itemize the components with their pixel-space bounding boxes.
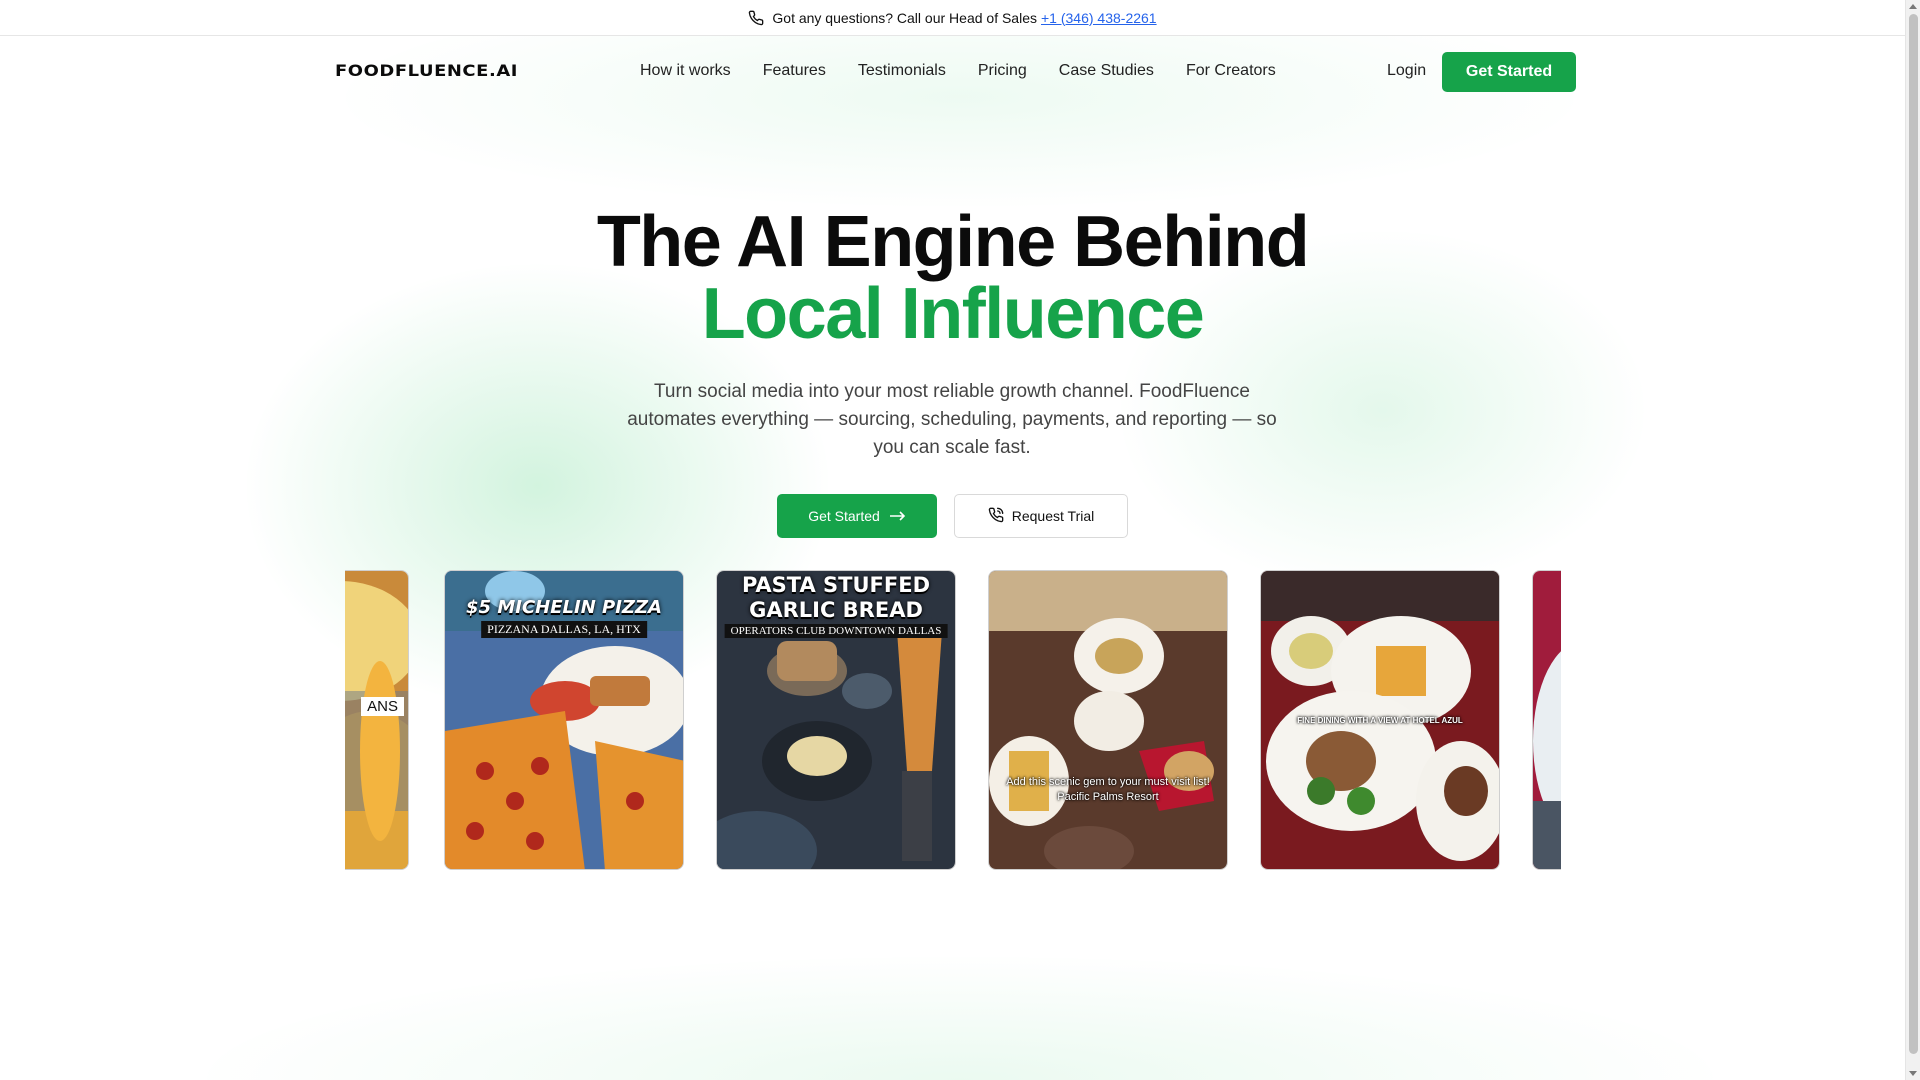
card-title: PASTA STUFFED GARLIC BREAD bbox=[741, 573, 931, 622]
food-photo bbox=[1533, 571, 1561, 869]
hero-title: The AI Engine Behind Local Influence bbox=[0, 206, 1905, 350]
card-subtitle: ANS bbox=[361, 697, 404, 716]
arrow-right-icon bbox=[889, 508, 906, 524]
hero-get-started-label: Get Started bbox=[808, 508, 880, 524]
main-nav: How it works Features Testimonials Prici… bbox=[640, 62, 1308, 80]
sales-phone-link[interactable]: +1 (346) 438-2261 bbox=[1041, 10, 1157, 26]
card-title: $5 MICHELIN PIZZA bbox=[466, 597, 662, 618]
background-glow bbox=[0, 0, 1920, 1080]
nav-how-it-works[interactable]: How it works bbox=[640, 62, 731, 80]
announcement-bar: Got any questions? Call our Head of Sale… bbox=[0, 0, 1905, 36]
request-trial-button[interactable]: Request Trial bbox=[954, 494, 1128, 538]
nav-features[interactable]: Features bbox=[763, 62, 826, 80]
card-caption: FINE DINING WITH A VIEW AT HOTEL AZUL bbox=[1297, 716, 1463, 725]
nav-testimonials[interactable]: Testimonials bbox=[858, 62, 946, 80]
hero-title-line2: Local Influence bbox=[701, 274, 1205, 354]
food-video-carousel[interactable]: ANS $5 MICHELIN PIZZA PIZZANA DALLAS, LA… bbox=[345, 570, 1561, 870]
request-trial-label: Request Trial bbox=[1011, 508, 1095, 524]
carousel-card[interactable]: $5 MICHELIN PIZZA PIZZANA DALLAS, LA, HT… bbox=[444, 570, 684, 870]
scrollbar-thumb[interactable] bbox=[1909, 14, 1918, 1054]
carousel-card[interactable] bbox=[1532, 570, 1561, 870]
nav-case-studies[interactable]: Case Studies bbox=[1059, 62, 1154, 80]
page-scrollbar[interactable] bbox=[1905, 0, 1920, 1080]
nav-for-creators[interactable]: For Creators bbox=[1186, 62, 1276, 80]
carousel-card[interactable]: ANS bbox=[345, 570, 409, 870]
hero-subtitle: Turn social media into your most reliabl… bbox=[627, 381, 1277, 458]
card-caption: Add this scenic gem to your must visit l… bbox=[1006, 776, 1210, 803]
food-photo bbox=[989, 571, 1227, 869]
nav-pricing[interactable]: Pricing bbox=[978, 62, 1027, 80]
card-subtitle: PIZZANA DALLAS, LA, HTX bbox=[481, 621, 647, 638]
hero-get-started-button[interactable]: Get Started bbox=[777, 494, 937, 538]
phone-icon bbox=[748, 10, 764, 26]
login-link[interactable]: Login bbox=[1387, 62, 1426, 80]
hero-cta-row: Get Started Request Trial bbox=[777, 494, 1128, 538]
carousel-card[interactable]: FINE DINING WITH A VIEW AT HOTEL AZUL bbox=[1260, 570, 1500, 870]
logo[interactable]: FOODFLUENCE.AI bbox=[335, 61, 518, 80]
announcement-text: Got any questions? Call our Head of Sale… bbox=[772, 9, 1037, 26]
card-subtitle: OPERATORS CLUB DOWNTOWN DALLAS bbox=[724, 624, 948, 638]
scroll-up-arrow-icon[interactable] bbox=[1909, 4, 1917, 9]
scroll-down-arrow-icon[interactable] bbox=[1909, 1071, 1917, 1076]
food-photo bbox=[345, 571, 408, 869]
carousel-card[interactable]: PASTA STUFFED GARLIC BREAD OPERATORS CLU… bbox=[716, 570, 956, 870]
header-get-started-button[interactable]: Get Started bbox=[1442, 52, 1576, 92]
site-header: FOODFLUENCE.AI How it works Features Tes… bbox=[0, 36, 1905, 108]
carousel-card[interactable]: Add this scenic gem to your must visit l… bbox=[988, 570, 1228, 870]
hero-title-line1: The AI Engine Behind bbox=[596, 202, 1310, 282]
phone-call-icon bbox=[988, 507, 1004, 526]
